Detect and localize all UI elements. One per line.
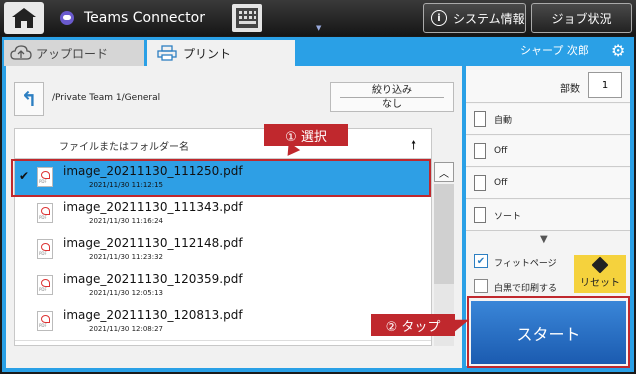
- column-header-name: ファイルまたはフォルダー名: [59, 142, 189, 153]
- copies-input[interactable]: 1: [588, 72, 622, 98]
- bw-print-label: 白黒で印刷する: [494, 284, 558, 294]
- start-button[interactable]: スタート: [471, 301, 626, 364]
- teams-connector-icon: [60, 11, 74, 25]
- filter-label: 絞り込み: [372, 85, 412, 96]
- file-name: image_20211130_120813.pdf: [63, 308, 243, 322]
- printer-icon: [157, 45, 177, 61]
- file-name: image_20211130_112148.pdf: [63, 236, 243, 250]
- callout-select: ① 選択: [264, 124, 348, 146]
- eraser-icon: [591, 256, 609, 274]
- chevron-up-icon: ︿: [439, 168, 449, 180]
- home-button[interactable]: [4, 2, 44, 34]
- file-date: 2021/11/30 12:05:13: [89, 289, 164, 297]
- n-up-icon: [474, 175, 486, 191]
- list-item[interactable]: image_20211130_120359.pdf 2021/11/30 12:…: [15, 268, 431, 305]
- system-info-label: システム情報: [453, 11, 525, 26]
- file-name: image_20211130_111343.pdf: [63, 200, 243, 214]
- current-path: /Private Team 1/General: [52, 93, 161, 103]
- page-icon: [474, 111, 486, 127]
- pdf-file-icon: [37, 311, 53, 331]
- n-up-value: Off: [494, 178, 508, 188]
- duplex-icon: [474, 143, 486, 159]
- pdf-file-icon: [37, 239, 53, 259]
- copies-label: 部数: [560, 84, 580, 95]
- selection-highlight-frame: [11, 159, 431, 197]
- n-up-setting[interactable]: Off: [466, 168, 630, 199]
- fit-page-checkbox[interactable]: ✔: [474, 254, 488, 268]
- color-mode-value: 自動: [494, 115, 513, 126]
- job-status-button[interactable]: ジョブ状況: [531, 3, 632, 33]
- color-mode-setting[interactable]: 自動: [466, 104, 630, 135]
- sort-icon: [474, 207, 486, 223]
- reset-button[interactable]: リセット: [574, 255, 626, 293]
- file-name: image_20211130_120359.pdf: [63, 272, 243, 286]
- sort-arrow-icon[interactable]: 🠕: [411, 136, 416, 157]
- callout-tap: ② タップ: [371, 314, 455, 336]
- app-title-text: Teams Connector: [84, 10, 205, 26]
- system-info-button[interactable]: i システム情報: [423, 3, 526, 33]
- cloud-upload-icon: [10, 45, 32, 60]
- file-date: 2021/11/30 11:16:24: [89, 217, 164, 225]
- fit-page-label: フィットページ: [494, 259, 557, 269]
- user-name: シャープ 次郎: [520, 44, 589, 57]
- pdf-file-icon: [37, 203, 53, 223]
- tab-print[interactable]: プリント: [147, 40, 295, 66]
- sort-setting[interactable]: ソート: [466, 200, 630, 231]
- scrollbar-thumb[interactable]: [434, 184, 454, 284]
- filter-divider: [340, 97, 444, 98]
- more-settings-arrow-icon[interactable]: ▼: [540, 234, 548, 245]
- start-label: スタート: [516, 324, 581, 344]
- back-folder-button[interactable]: ↰: [14, 82, 44, 116]
- gear-icon[interactable]: ⚙: [611, 41, 625, 60]
- scroll-up-button[interactable]: ︿: [434, 162, 454, 182]
- keyboard-dropdown-icon[interactable]: ▼: [316, 24, 321, 32]
- home-icon: [12, 8, 36, 28]
- sort-value: ソート: [494, 211, 522, 222]
- duplex-value: Off: [494, 146, 508, 156]
- duplex-setting[interactable]: Off: [466, 136, 630, 167]
- info-icon: i: [431, 10, 447, 26]
- tab-upload-label: アップロード: [36, 46, 109, 61]
- file-date: 2021/11/30 12:08:27: [89, 325, 164, 333]
- tab-upload[interactable]: アップロード: [4, 40, 144, 66]
- back-arrow-icon: ↰: [20, 87, 38, 111]
- keyboard-button[interactable]: [232, 4, 262, 32]
- app-title: Teams Connector: [60, 5, 205, 31]
- list-item[interactable]: image_20211130_120813.pdf 2021/11/30 12:…: [15, 304, 431, 341]
- tab-print-label: プリント: [183, 46, 232, 61]
- keyboard-icon: [236, 8, 258, 28]
- bw-print-checkbox[interactable]: [474, 279, 488, 293]
- column-header[interactable]: ファイルまたはフォルダー名 🠕: [15, 129, 431, 159]
- file-date: 2021/11/30 11:23:32: [89, 253, 164, 261]
- pdf-file-icon: [37, 275, 53, 295]
- list-item[interactable]: image_20211130_111343.pdf 2021/11/30 11:…: [15, 196, 431, 233]
- list-item[interactable]: image_20211130_112148.pdf 2021/11/30 11:…: [15, 232, 431, 269]
- reset-label: リセット: [580, 278, 620, 289]
- filter-value: なし: [382, 99, 402, 110]
- job-status-label: ジョブ状況: [551, 11, 612, 26]
